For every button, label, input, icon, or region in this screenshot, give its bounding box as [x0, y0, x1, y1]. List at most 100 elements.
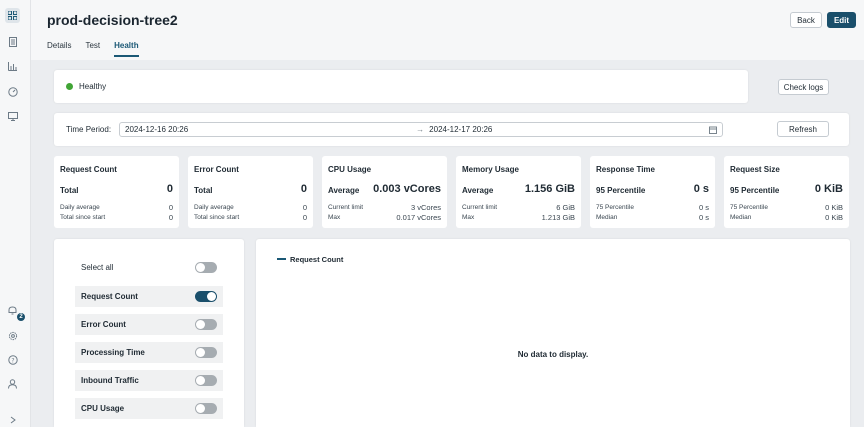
metric-sub-label: Max: [328, 214, 341, 221]
tab-test[interactable]: Test: [85, 41, 100, 57]
metric-sub-label: Median: [596, 214, 618, 221]
toggle-label: Error Count: [81, 320, 126, 329]
cpu-usage-toggle[interactable]: [195, 403, 217, 414]
status-card: Healthy: [54, 70, 748, 103]
metric-card-memory-usage: Memory Usage Average 1.156 GiB Current l…: [456, 156, 581, 228]
metric-sub-value: 1.213 GiB: [541, 213, 575, 222]
edit-button[interactable]: Edit: [827, 12, 856, 28]
metric-main-value: 0.003 vCores: [373, 183, 441, 195]
page-header: prod-decision-tree2 Back Edit Details Te…: [31, 0, 864, 60]
metric-sub-value: 3 vCores: [410, 203, 441, 212]
metric-main-value: 1.156 GiB: [524, 183, 575, 195]
toggle-row-cpu-usage[interactable]: CPU Usage: [75, 398, 223, 419]
metric-sub-label: Daily average: [194, 204, 234, 211]
metric-main-value: 0: [166, 183, 173, 195]
metric-title: CPU Usage: [328, 165, 372, 174]
metric-card-request-size: Request Size 95 Percentile 0 KiB 75 Perc…: [724, 156, 849, 228]
bar-chart-icon[interactable]: [5, 59, 20, 74]
request-count-toggle[interactable]: [195, 291, 217, 302]
healthy-status-icon: [66, 83, 73, 90]
metric-card-response-time: Response Time 95 Percentile 0 s 75 Perce…: [590, 156, 715, 228]
main-page: prod-decision-tree2 Back Edit Details Te…: [31, 0, 864, 427]
notification-count-badge: 2: [17, 313, 25, 321]
metric-title: Memory Usage: [462, 165, 519, 174]
metric-sub-value: 0 KiB: [825, 203, 843, 212]
metric-sub-label: 75 Percentile: [596, 204, 634, 211]
processing-time-toggle[interactable]: [195, 347, 217, 358]
time-period-label: Time Period:: [66, 125, 112, 134]
check-logs-button[interactable]: Check logs: [778, 79, 829, 95]
chevron-right-icon[interactable]: [5, 412, 20, 427]
select-all-row[interactable]: Select all: [75, 257, 223, 278]
toggle-row-request-count[interactable]: Request Count: [75, 286, 223, 307]
metric-title: Error Count: [194, 165, 239, 174]
tab-details[interactable]: Details: [47, 41, 71, 57]
metric-sub-label: Total since start: [60, 214, 106, 221]
time-period-card: Time Period: 2024-12-16 20:26 → 2024-12-…: [54, 113, 849, 146]
metric-main-value: 0 KiB: [814, 183, 843, 195]
metric-main-value: 0: [300, 183, 307, 195]
metric-card-request-count: Request Count Total 0 Daily average 0 To…: [54, 156, 179, 228]
calendar-icon[interactable]: [709, 126, 717, 136]
toggle-row-error-count[interactable]: Error Count: [75, 314, 223, 335]
status-label: Healthy: [79, 82, 107, 91]
metric-sub-label: Median: [730, 214, 752, 221]
toggle-label: Inbound Traffic: [81, 376, 139, 385]
metric-sub-value: 0 s: [698, 213, 709, 222]
metric-sub-label: Max: [462, 214, 475, 221]
metric-sub-value: 6 GiB: [556, 203, 575, 212]
inbound-traffic-toggle[interactable]: [195, 375, 217, 386]
chart-panel: Request Count No data to display.: [256, 239, 850, 427]
start-date-value: 2024-12-16 20:26: [125, 125, 189, 134]
chart-legend-label[interactable]: Request Count: [290, 255, 343, 264]
metric-sub-label: 75 Percentile: [730, 204, 768, 211]
user-icon[interactable]: [5, 376, 20, 391]
refresh-button[interactable]: Refresh: [777, 121, 829, 137]
metric-sub-value: 0: [168, 213, 173, 222]
document-icon[interactable]: [5, 34, 20, 49]
metric-main-label: Total: [60, 186, 79, 195]
metric-title: Request Count: [60, 165, 117, 174]
range-arrow-icon: →: [416, 125, 425, 134]
metric-main-label: 95 Percentile: [730, 186, 780, 195]
monitor-icon[interactable]: [5, 109, 20, 124]
settings-icon[interactable]: [5, 328, 20, 343]
metric-main-label: 95 Percentile: [596, 186, 646, 195]
metric-sub-value: 0.017 vCores: [396, 213, 441, 222]
svg-text:?: ?: [11, 357, 14, 364]
metric-sub-value: 0 s: [698, 203, 709, 212]
select-all-toggle[interactable]: [195, 262, 217, 273]
toggle-row-inbound-traffic[interactable]: Inbound Traffic: [75, 370, 223, 391]
dashboard-icon[interactable]: [5, 8, 20, 23]
metric-sub-label: Total since start: [194, 214, 240, 221]
toggle-label: Request Count: [81, 292, 138, 301]
metric-main-label: Average: [328, 186, 360, 195]
metric-sub-value: 0: [302, 203, 307, 212]
metric-sub-label: Current limit: [328, 204, 364, 211]
metric-card-cpu-usage: CPU Usage Average 0.003 vCores Current l…: [322, 156, 447, 228]
error-count-toggle[interactable]: [195, 319, 217, 330]
metric-sub-value: 0 KiB: [825, 213, 843, 222]
toggle-label: CPU Usage: [81, 404, 125, 413]
toggle-row-processing-time[interactable]: Processing Time: [75, 342, 223, 363]
metric-sub-label: Daily average: [60, 204, 100, 211]
metric-main-label: Total: [194, 186, 213, 195]
metric-sub-value: 0: [168, 203, 173, 212]
gauge-icon[interactable]: [5, 84, 20, 99]
metric-title: Response Time: [596, 165, 655, 174]
date-range-picker[interactable]: 2024-12-16 20:26 → 2024-12-17 20:26: [119, 122, 723, 137]
legend-line-icon: [277, 258, 286, 260]
select-all-label: Select all: [81, 263, 114, 272]
tab-health[interactable]: Health: [114, 41, 139, 57]
empty-chart-message: No data to display.: [517, 350, 589, 359]
metric-title: Request Size: [730, 165, 780, 174]
help-icon[interactable]: ?: [5, 352, 20, 367]
metric-sub-label: Current limit: [462, 204, 498, 211]
sidebar-rail: 2 ?: [0, 0, 31, 427]
metric-main-value: 0 s: [693, 183, 709, 195]
end-date-value: 2024-12-17 20:26: [429, 125, 493, 134]
back-button[interactable]: Back: [790, 12, 822, 28]
metric-sub-value: 0: [302, 213, 307, 222]
tab-bar: Details Test Health: [47, 41, 153, 57]
toggle-label: Processing Time: [81, 348, 145, 357]
